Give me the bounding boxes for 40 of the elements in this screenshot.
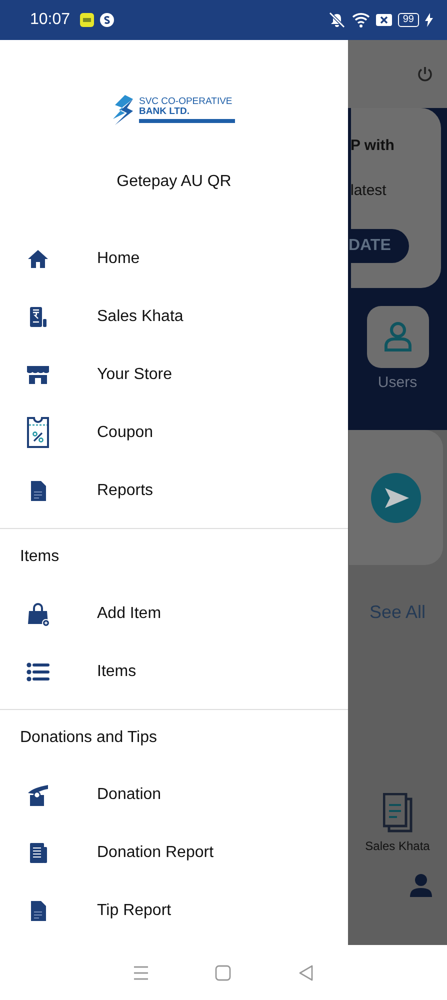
menu-item[interactable]: Items [97, 663, 136, 681]
menu-item[interactable]: Tip Report [97, 902, 172, 920]
menu-item[interactable]: Coupon [97, 424, 154, 442]
wifi-icon [352, 12, 370, 28]
donation-icon [26, 783, 50, 807]
merchant-name: Getepay AU QR [116, 173, 232, 191]
list-icon [26, 660, 50, 684]
menu-item[interactable]: Donation Report [97, 844, 214, 862]
tile-label: Users [378, 374, 418, 391]
app-icon [100, 13, 114, 27]
coupon-icon [26, 417, 50, 449]
back-icon[interactable] [298, 964, 314, 980]
users-tile[interactable] [366, 306, 428, 368]
menu-icon[interactable] [133, 966, 150, 980]
person-icon[interactable] [410, 873, 432, 897]
menu-item[interactable]: Sales Khata [97, 308, 184, 326]
menu-item[interactable]: Reports [97, 482, 154, 500]
charging-icon [425, 13, 433, 27]
bank-logo: SVC CO-OPERATIVE BANK LTD. [113, 95, 235, 125]
document-icon [382, 793, 412, 833]
menu-item[interactable]: Your Store [97, 366, 172, 384]
card-text: P with [350, 137, 394, 154]
menu-item[interactable]: Donation [97, 786, 162, 804]
send-icon[interactable] [370, 472, 420, 522]
sim-icon [80, 13, 94, 27]
power-icon[interactable] [417, 66, 433, 82]
home-button-icon[interactable] [215, 964, 232, 980]
shortcut-label: Sales Khata [365, 839, 430, 853]
card-text: latest [350, 182, 386, 199]
menu-item[interactable]: Home [97, 250, 140, 268]
battery-level: 99 [398, 13, 419, 27]
shopping-bag-icon [26, 602, 50, 626]
store-icon [26, 363, 50, 387]
section-heading: Items [20, 548, 60, 566]
menu-item[interactable]: Add Item [97, 605, 162, 623]
status-time: 10:07 [30, 11, 70, 29]
home-icon [26, 247, 50, 271]
section-heading: Donations and Tips [20, 729, 157, 747]
mute-icon [328, 12, 346, 28]
notification-icon [376, 13, 392, 27]
